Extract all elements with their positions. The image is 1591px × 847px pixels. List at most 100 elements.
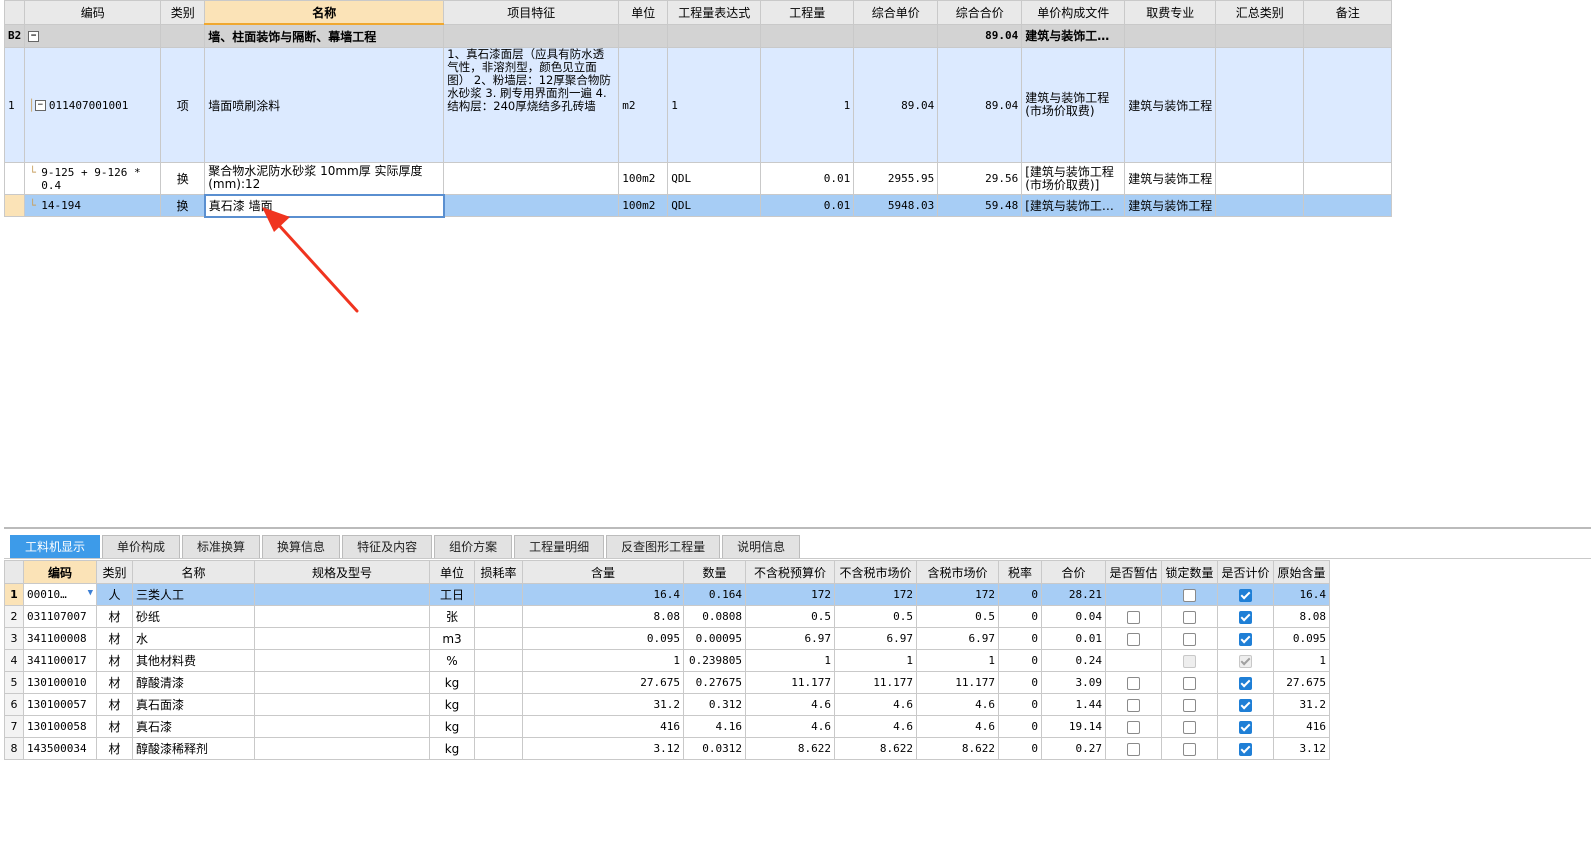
resource-content[interactable]: 8.08 [522, 605, 684, 628]
resource-content[interactable]: 16.4 [522, 583, 684, 606]
quota-total[interactable]: 59.48 [937, 194, 1023, 217]
col-header-expr[interactable]: 工程量表达式 [667, 0, 762, 25]
resource-total[interactable]: 28.21 [1041, 583, 1106, 606]
corner-cell[interactable] [4, 560, 24, 584]
table-row[interactable]: 1 00010… ▼ 人三类人工 工日 16.4 0.164 172 172 172 0 28.21 1… [4, 583, 1330, 606]
resource-code[interactable]: 341100008 [23, 627, 97, 650]
temp-checkbox[interactable] [1127, 676, 1140, 690]
tab-standard-conversion[interactable]: 标准换算 [182, 535, 261, 558]
resource-content[interactable]: 416 [522, 715, 684, 738]
resource-total[interactable]: 0.27 [1041, 737, 1106, 760]
quota-qty[interactable]: 0.01 [760, 162, 855, 195]
resource-unit[interactable]: m3 [429, 627, 475, 650]
col-header-file[interactable]: 单价构成文件 [1021, 0, 1126, 25]
lock-checkbox-cell[interactable] [1161, 693, 1218, 716]
resource-name[interactable]: 水 [132, 627, 255, 650]
resource-qty[interactable]: 0.00095 [683, 627, 746, 650]
corner-cell[interactable] [3, 0, 26, 25]
col-header-features[interactable]: 项目特征 [443, 0, 620, 25]
lock-checkbox[interactable] [1183, 698, 1196, 712]
resource-taxmarket[interactable]: 8.622 [916, 737, 999, 760]
collapse-icon[interactable]: − [34, 100, 46, 111]
price-checkbox[interactable] [1239, 632, 1252, 646]
resource-code[interactable]: 341100017 [23, 649, 97, 672]
table-row[interactable]: 4 341100017 材其他材料费% 1 0.239805 1 1 1 0 0.24 1 [4, 649, 1330, 672]
col-header-tax[interactable]: 税率 [998, 560, 1042, 584]
item-file[interactable]: 建筑与装饰工程(市场价取费) [1021, 47, 1126, 163]
resource-orig[interactable]: 16.4 [1273, 583, 1330, 606]
section-row[interactable]: B2 − 墙、柱面装饰与隔断、幕墙工程 89.04 建筑与装饰工… [3, 23, 1393, 48]
resource-code[interactable]: 143500034 [23, 737, 97, 760]
table-row[interactable]: 2 031107007 材砂纸张 8.08 0.0808 0.5 0.5 0.5 0 0.04 8.… [4, 605, 1330, 628]
resource-tax[interactable]: 0 [998, 605, 1042, 628]
resource-qty[interactable]: 0.27675 [683, 671, 746, 694]
resource-loss[interactable] [474, 715, 523, 738]
quota-price[interactable]: 2955.95 [853, 162, 939, 195]
resource-type[interactable]: 材 [96, 671, 133, 694]
resource-name[interactable]: 醇酸清漆 [132, 671, 255, 694]
resource-loss[interactable] [474, 737, 523, 760]
col-header-content[interactable]: 含量 [522, 560, 684, 584]
resource-spec[interactable] [254, 715, 430, 738]
resource-name[interactable]: 真石漆 [132, 715, 255, 738]
quota-major[interactable]: 建筑与装饰工程 [1124, 194, 1217, 217]
col-header-name[interactable]: 名称 [132, 560, 255, 584]
resource-total[interactable]: 3.09 [1041, 671, 1106, 694]
resource-qty[interactable]: 0.312 [683, 693, 746, 716]
col-header-total[interactable]: 综合合价 [937, 0, 1023, 25]
quota-code[interactable]: └ 14-194 [24, 194, 162, 217]
resource-name[interactable]: 三类人工 [132, 583, 255, 606]
resource-loss[interactable] [474, 605, 523, 628]
resource-code[interactable]: 00010… ▼ [23, 583, 97, 606]
resource-name[interactable]: 真石面漆 [132, 693, 255, 716]
resource-unit[interactable]: kg [429, 693, 475, 716]
resource-type[interactable]: 人 [96, 583, 133, 606]
price-checkbox[interactable] [1239, 698, 1252, 712]
lock-checkbox-cell[interactable] [1161, 737, 1218, 760]
resource-code[interactable]: 130100010 [23, 671, 97, 694]
resource-orig[interactable]: 0.095 [1273, 627, 1330, 650]
resource-market[interactable]: 4.6 [834, 715, 917, 738]
resource-taxmarket[interactable]: 1 [916, 649, 999, 672]
resource-spec[interactable] [254, 605, 430, 628]
table-row[interactable]: 7 130100058 材真石漆 kg 416 4.16 4.6 4.6 4.6 0 19.14 41… [4, 715, 1330, 738]
resource-type[interactable]: 材 [96, 649, 133, 672]
resource-content[interactable]: 3.12 [522, 737, 684, 760]
price-checkbox-cell[interactable] [1217, 605, 1274, 628]
quota-unit[interactable]: 100m2 [618, 194, 669, 217]
col-header-loss[interactable]: 损耗率 [474, 560, 523, 584]
item-major[interactable]: 建筑与装饰工程 [1124, 47, 1217, 163]
resource-unit[interactable]: kg [429, 737, 475, 760]
section-total[interactable]: 89.04 [937, 23, 1023, 48]
resource-unit[interactable]: kg [429, 671, 475, 694]
temp-checkbox-cell[interactable] [1105, 715, 1162, 738]
col-header-remark[interactable]: 备注 [1303, 0, 1393, 25]
resource-orig[interactable]: 31.2 [1273, 693, 1330, 716]
col-header-qty[interactable]: 工程量 [760, 0, 855, 25]
temp-checkbox-cell[interactable] [1105, 583, 1162, 606]
resource-spec[interactable] [254, 737, 430, 760]
resource-orig[interactable]: 3.12 [1273, 737, 1330, 760]
tab-features-content[interactable]: 特征及内容 [342, 535, 433, 558]
lock-checkbox-cell[interactable] [1161, 715, 1218, 738]
lock-checkbox[interactable] [1183, 632, 1196, 646]
resource-loss[interactable] [474, 693, 523, 716]
item-expr[interactable]: 1 [667, 47, 762, 163]
section-toggle[interactable]: − [24, 23, 162, 48]
price-checkbox[interactable] [1239, 610, 1252, 624]
lock-checkbox[interactable] [1183, 588, 1196, 602]
quota-major[interactable]: 建筑与装饰工程 [1124, 162, 1217, 195]
price-checkbox-cell[interactable] [1217, 737, 1274, 760]
table-row[interactable]: 3 341100008 材水 m3 0.095 0.00095 6.97 6.97 6.97 0 0… [4, 627, 1330, 650]
resource-spec[interactable] [254, 627, 430, 650]
resource-qty[interactable]: 0.164 [683, 583, 746, 606]
resource-tax[interactable]: 0 [998, 671, 1042, 694]
resource-budget[interactable]: 6.97 [745, 627, 835, 650]
resource-unit[interactable]: 工日 [429, 583, 475, 606]
price-checkbox-cell[interactable] [1217, 649, 1274, 672]
col-header-price[interactable]: 是否计价 [1217, 560, 1274, 584]
lock-checkbox-cell[interactable] [1161, 649, 1218, 672]
temp-checkbox-cell[interactable] [1105, 649, 1162, 672]
temp-checkbox-cell[interactable] [1105, 627, 1162, 650]
resource-content[interactable]: 1 [522, 649, 684, 672]
